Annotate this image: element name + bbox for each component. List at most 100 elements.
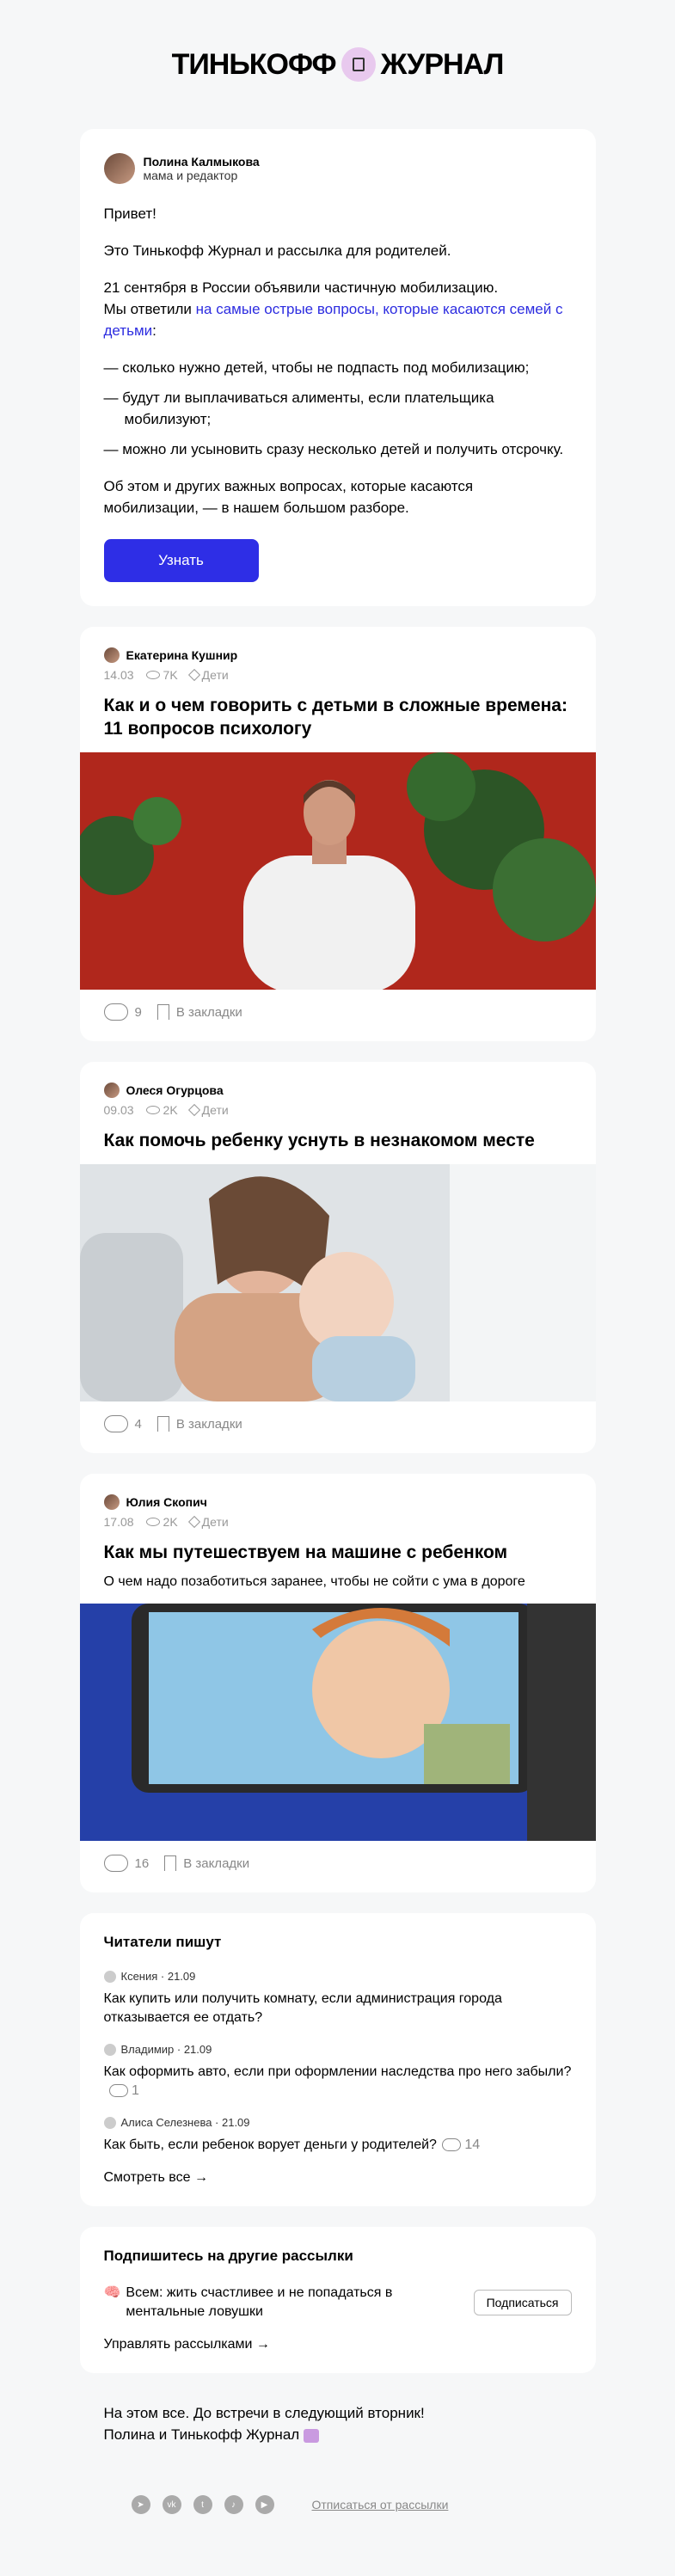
bookmark-icon bbox=[164, 1855, 177, 1871]
newsletter-row: 🧠 Всем: жить счастливее и не попадаться в… bbox=[104, 2284, 572, 2321]
mobilization-line2: Мы ответили bbox=[103, 301, 192, 317]
article-image[interactable] bbox=[79, 752, 596, 990]
bookmark-icon bbox=[156, 1004, 169, 1020]
article-tag[interactable]: Дети bbox=[187, 1515, 229, 1529]
user-emoji-icon bbox=[103, 2043, 116, 2056]
signoff-line1: На этом все. До встречи в следующий втор… bbox=[103, 2405, 425, 2421]
subscribe-title: Подпишитесь на другие рассылки bbox=[103, 2248, 353, 2264]
comment-count: 1 bbox=[131, 2083, 139, 2098]
article-author[interactable]: Олеся Огурцова bbox=[126, 1083, 224, 1097]
bookmark-link[interactable]: В закладки bbox=[156, 1416, 242, 1432]
avatar bbox=[103, 1083, 120, 1098]
comment-count: 14 bbox=[464, 2137, 481, 2152]
logo-right-text: ЖУРНАЛ bbox=[380, 47, 505, 81]
bookmark-link[interactable]: В закладки bbox=[164, 1855, 249, 1871]
avatar bbox=[103, 647, 120, 663]
question-text[interactable]: Как быть, если ребенок ворует деньги у р… bbox=[104, 2136, 572, 2155]
heart-icon bbox=[303, 2428, 319, 2443]
article-card[interactable]: Олеся Огурцова 09.03 2K Дети Как помочь … bbox=[79, 1062, 596, 1453]
user-emoji-icon bbox=[103, 2116, 116, 2129]
manage-subscriptions-link[interactable]: Управлять рассылками → bbox=[104, 2337, 572, 2352]
logo-left-text: ТИНЬКОФФ bbox=[171, 47, 337, 81]
author-role: мама и редактор bbox=[143, 169, 238, 182]
youtube-icon[interactable]: ▶ bbox=[255, 2495, 274, 2514]
closing-text: Об этом и других важных вопросах, которы… bbox=[103, 478, 474, 516]
learn-button[interactable]: Узнать bbox=[103, 539, 259, 582]
article-title[interactable]: Как и о чем говорить с детьми в сложные … bbox=[104, 694, 572, 740]
views-count: 2K bbox=[145, 1103, 178, 1117]
eye-icon bbox=[145, 1518, 160, 1526]
question-meta: Владимир · 21.09 bbox=[120, 2043, 212, 2056]
see-all-link[interactable]: Смотреть все → bbox=[104, 2170, 572, 2186]
intro-author: Полина Калмыкова мама и редактор bbox=[103, 153, 572, 184]
intro-card: Полина Калмыкова мама и редактор Привет!… bbox=[79, 129, 596, 606]
question-meta: Алиса Селезнева · 21.09 bbox=[120, 2116, 250, 2129]
subscribe-button[interactable]: Подписаться bbox=[473, 2290, 572, 2315]
bullet-3: — можно ли усыновить сразу несколько дет… bbox=[103, 441, 564, 457]
unsubscribe-link[interactable]: Отписаться от рассылки bbox=[312, 2498, 449, 2512]
reader-question[interactable]: Владимир · 21.09 Как оформить авто, если… bbox=[103, 2043, 572, 2101]
subscribe-card: Подпишитесь на другие рассылки 🧠 Всем: жи… bbox=[79, 2227, 596, 2373]
bullet-1: — сколько нужно детей, чтобы не подпасть… bbox=[103, 359, 530, 376]
telegram-icon[interactable]: ➤ bbox=[131, 2495, 150, 2514]
logo[interactable]: ТИНЬКОФФ ЖУРНАЛ bbox=[0, 0, 675, 129]
article-date: 17.08 bbox=[103, 1515, 134, 1529]
comments-link[interactable]: 9 bbox=[103, 1003, 142, 1021]
article-subtitle: О чем надо позаботиться заранее, чтобы н… bbox=[103, 1574, 525, 1589]
readers-card: Читатели пишут Ксения · 21.09 Как купить… bbox=[79, 1913, 596, 2206]
article-title[interactable]: Как мы путешествуем на машине с ребенком bbox=[104, 1541, 572, 1564]
bookmark-icon bbox=[156, 1416, 169, 1432]
reader-question[interactable]: Алиса Селезнева · 21.09 Как быть, если р… bbox=[103, 2116, 572, 2155]
avatar bbox=[103, 1494, 120, 1510]
article-card[interactable]: Екатерина Кушнир 14.03 7K Дети Как и о ч… bbox=[79, 627, 596, 1041]
tiktok-icon[interactable]: ♪ bbox=[224, 2495, 243, 2514]
tag-icon bbox=[187, 1103, 200, 1117]
question-text[interactable]: Как оформить авто, если при оформлении н… bbox=[104, 2063, 572, 2101]
question-meta: Ксения · 21.09 bbox=[120, 1970, 196, 1983]
intro-text: Это Тинькофф Журнал и рассылка для родит… bbox=[103, 242, 451, 259]
bullet-2: — будут ли выплачиваться алименты, если … bbox=[103, 389, 494, 427]
footer: ➤ vk t ♪ ▶ Отписаться от рассылки bbox=[80, 2495, 596, 2514]
user-emoji-icon bbox=[103, 1970, 116, 1983]
logo-shield-icon bbox=[341, 47, 376, 82]
comment-icon bbox=[441, 2138, 461, 2152]
avatar bbox=[103, 153, 135, 184]
comment-icon bbox=[103, 1415, 128, 1432]
comment-icon bbox=[108, 2084, 128, 2098]
article-author[interactable]: Екатерина Кушнир bbox=[126, 648, 238, 662]
readers-title: Читатели пишут bbox=[103, 1934, 222, 1950]
comments-link[interactable]: 4 bbox=[103, 1415, 142, 1432]
article-image[interactable] bbox=[79, 1164, 596, 1401]
article-author[interactable]: Юлия Скопич bbox=[126, 1495, 207, 1509]
reader-question[interactable]: Ксения · 21.09 Как купить или получить к… bbox=[103, 1970, 572, 2027]
vk-icon[interactable]: vk bbox=[162, 2495, 181, 2514]
views-count: 2K bbox=[145, 1515, 178, 1529]
eye-icon bbox=[145, 1106, 160, 1114]
tag-icon bbox=[187, 1515, 200, 1529]
signoff: На этом все. До встречи в следующий втор… bbox=[80, 2402, 596, 2445]
greeting: Привет! bbox=[103, 205, 156, 222]
eye-icon bbox=[145, 671, 160, 679]
views-count: 7K bbox=[145, 668, 178, 682]
article-date: 09.03 bbox=[103, 1103, 134, 1117]
article-card[interactable]: Юлия Скопич 17.08 2K Дети Как мы путешес… bbox=[79, 1474, 596, 1892]
colon: : bbox=[152, 322, 156, 339]
article-image[interactable] bbox=[79, 1604, 596, 1841]
article-tag[interactable]: Дети bbox=[187, 668, 229, 682]
comment-icon bbox=[103, 1003, 128, 1021]
newsletter-name: Всем: жить счастливее и не попадаться в … bbox=[126, 2285, 393, 2319]
mobilization-text: 21 сентября в России объявили частичную … bbox=[104, 277, 572, 341]
comment-icon bbox=[103, 1855, 128, 1872]
article-date: 14.03 bbox=[103, 668, 134, 682]
comments-link[interactable]: 16 bbox=[103, 1855, 149, 1872]
bookmark-link[interactable]: В закладки bbox=[156, 1004, 242, 1020]
email-page: ТИНЬКОФФ ЖУРНАЛ Полина Калмыкова мама и … bbox=[0, 0, 675, 2514]
question-text[interactable]: Как купить или получить комнату, если ад… bbox=[104, 1990, 572, 2027]
tag-icon bbox=[187, 668, 200, 682]
article-tag[interactable]: Дети bbox=[187, 1103, 229, 1117]
article-title[interactable]: Как помочь ребенку уснуть в незнакомом м… bbox=[104, 1129, 572, 1152]
twitter-icon[interactable]: t bbox=[193, 2495, 212, 2514]
signoff-line2: Полина и Тинькофф Журнал bbox=[103, 2426, 300, 2443]
author-name: Полина Калмыкова bbox=[143, 155, 260, 169]
mobilization-line1: 21 сентября в России объявили частичную … bbox=[103, 279, 499, 296]
